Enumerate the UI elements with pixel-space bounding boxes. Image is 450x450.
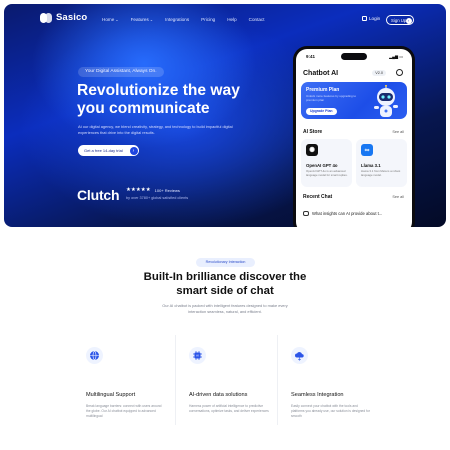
top-navigation: Sasico Home⌄ Features⌄ Integrations Pric…: [4, 4, 446, 30]
recent-chat-see-all[interactable]: See all: [392, 195, 404, 199]
model-card-openai[interactable]: ✺ OpenAI GPT 4o OpenAI GPT-4o is an adva…: [301, 139, 352, 187]
feature-desc: Easily connect your chatbot with the too…: [291, 404, 370, 418]
chat-bubble-icon: [303, 211, 309, 216]
free-trial-button[interactable]: Get a free 14-day trial ›: [78, 145, 139, 156]
feature-desc: Break language barriers: connect with us…: [86, 404, 162, 418]
signup-button[interactable]: Sign Up ›: [386, 15, 414, 25]
recent-chat-label: Recent Chat: [303, 194, 333, 200]
nav-link-label: Home: [102, 17, 115, 22]
phone-mockup: 9:41 ▂▄▆ ▭ Chatbot AI V2.0 Premium Plan …: [293, 46, 415, 227]
premium-title: Premium Plan: [306, 87, 340, 93]
nav-link-home[interactable]: Home⌄: [102, 17, 119, 22]
feature-title: Seamless Integration: [291, 392, 344, 398]
hero-section: Sasico Home⌄ Features⌄ Integrations Pric…: [4, 4, 446, 227]
robot-mascot-icon: [374, 85, 398, 117]
rating: ★★★★★ 100+ Reviews: [126, 187, 180, 193]
arrow-right-icon: ›: [405, 17, 412, 24]
cloud-sync-icon: [291, 347, 308, 364]
nav-link-pricing[interactable]: Pricing: [201, 17, 215, 22]
signup-label: Sign Up: [391, 17, 407, 23]
feature-desc: Harness power of artificial intelligence…: [189, 404, 269, 413]
feature-divider: [175, 335, 176, 425]
meta-icon: ∞: [361, 144, 373, 156]
app-title: Chatbot AI: [303, 70, 339, 77]
dynamic-island: [341, 53, 367, 60]
recent-chat-text: What insights can AI provide about t...: [312, 211, 383, 216]
ai-store-label: AI Store: [303, 129, 323, 135]
star-rating-icon: ★★★★★: [126, 187, 151, 193]
ai-store-see-all[interactable]: See all: [392, 130, 404, 134]
settings-icon[interactable]: [396, 69, 403, 76]
section-title-line1: Built-In brilliance discover the: [143, 271, 307, 283]
nav-link-label: Features: [130, 17, 149, 22]
hero-subtitle: At our digital agency, we blend creativi…: [78, 124, 233, 135]
section-title-line2: smart side of chat: [176, 285, 274, 297]
feature-ai-data: AI AI-driven data solutions Harness powe…: [177, 330, 275, 430]
feature-title: AI-driven data solutions: [189, 392, 248, 398]
section-description: Our AI chatbot is packed with intelligen…: [162, 303, 288, 314]
model-card-llama[interactable]: ∞ Llama 3.1 Llama 3.1 from Meta is a rob…: [356, 139, 407, 187]
version-badge[interactable]: V2.0: [372, 70, 386, 76]
feature-integration: Seamless Integration Easily connect your…: [279, 330, 377, 430]
nav-links: Home⌄ Features⌄ Integrations Pricing Hel…: [102, 17, 276, 22]
brand-logo[interactable]: Sasico: [40, 12, 87, 23]
nav-link-contact[interactable]: Contact: [249, 17, 265, 22]
hero-tagline: Your Digital Assistant, Always On.: [78, 67, 164, 77]
chevron-down-icon: ⌄: [149, 17, 154, 22]
hero-title: Revolutionize the way you communicate: [77, 82, 240, 117]
model-desc: Llama 3.1 from Meta is a robust language…: [361, 169, 401, 177]
model-name: Llama 3.1: [361, 163, 381, 168]
nav-link-features[interactable]: Features⌄: [131, 17, 154, 22]
feature-divider: [277, 335, 278, 425]
feature-multilingual: Multilingual Support Break language barr…: [74, 330, 172, 430]
arrow-right-icon: ›: [129, 146, 138, 155]
brand-logo-icon: [40, 12, 52, 23]
nav-link-help[interactable]: Help: [227, 17, 236, 22]
lock-icon: [362, 16, 367, 21]
premium-desc: Unlock more features by upgrading to pre…: [306, 94, 357, 102]
section-badge: Revolutionary Interaction: [196, 258, 255, 267]
premium-plan-card: Premium Plan Unlock more features by upg…: [301, 82, 407, 119]
hero-title-line1: Revolutionize the way: [77, 82, 240, 99]
model-desc: OpenAI GPT-4o is an advanced language mo…: [306, 169, 348, 177]
trust-text: by over 3780+ global satisfied clients: [126, 196, 189, 200]
feature-title: Multilingual Support: [86, 392, 136, 398]
clutch-logo: Clutch: [77, 187, 120, 203]
recent-chat-item[interactable]: What insights can AI provide about t...: [303, 209, 403, 218]
globe-chat-icon: [86, 347, 103, 364]
phone-screen: 9:41 ▂▄▆ ▭ Chatbot AI V2.0 Premium Plan …: [296, 49, 412, 227]
brand-name: Sasico: [56, 12, 88, 23]
chevron-down-icon: ⌄: [115, 17, 119, 22]
nav-link-integrations[interactable]: Integrations: [165, 17, 189, 22]
section-title: Built-In brilliance discover the smart s…: [0, 270, 450, 298]
status-time: 9:41: [306, 54, 316, 59]
reviews-count: 100+ Reviews: [154, 187, 180, 193]
openai-icon: ✺: [306, 144, 318, 156]
ai-chip-icon: AI: [189, 347, 206, 364]
model-name: OpenAI GPT 4o: [306, 163, 338, 168]
upgrade-plan-button[interactable]: Upgrade Plan: [306, 108, 337, 115]
signal-battery-icon: ▂▄▆ ▭: [389, 54, 403, 59]
free-trial-label: Get a free 14-day trial: [84, 148, 123, 153]
svg-text:AI: AI: [196, 354, 199, 358]
hero-title-line2: you communicate: [77, 99, 210, 117]
login-label: Login: [369, 16, 381, 21]
login-link[interactable]: Login: [362, 16, 380, 21]
